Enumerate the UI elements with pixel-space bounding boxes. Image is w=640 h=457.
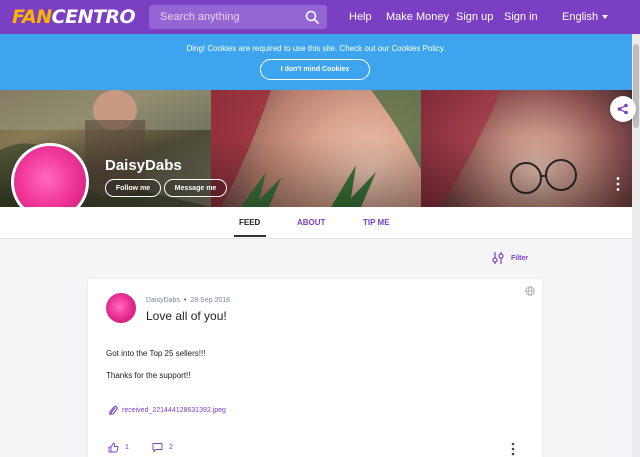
post-author-avatar[interactable] xyxy=(106,293,136,323)
profile-tabs: FEED ABOUT TIP ME xyxy=(0,207,632,239)
profile-name: DaisyDabs xyxy=(105,157,182,174)
language-label: English xyxy=(562,11,599,23)
post-meta: DaisyDabs • 28 Sep 2018 xyxy=(146,297,230,304)
post-author-name[interactable]: DaisyDabs xyxy=(146,297,180,304)
chevron-down-icon xyxy=(602,15,609,20)
share-icon xyxy=(617,103,628,115)
post-body-line-1: Got into the Top 25 sellers!!! xyxy=(106,349,206,358)
nav-sign-in-link[interactable]: Sign in xyxy=(504,11,538,23)
filter-label: Filter xyxy=(511,254,529,262)
tab-tip-me[interactable]: TIP ME xyxy=(363,218,390,227)
cover-shade-overlay xyxy=(0,90,632,207)
comment-icon xyxy=(152,443,163,453)
logo-fan: FAN xyxy=(12,6,52,28)
active-tab-indicator xyxy=(234,235,266,237)
meta-separator-dot: • xyxy=(183,297,187,304)
post-more-options-icon[interactable] xyxy=(510,442,516,456)
logo-centro: CENTRO xyxy=(51,6,136,28)
message-button[interactable]: Message me xyxy=(164,179,227,197)
feed-post-card: DaisyDabs • 28 Sep 2018 Love all of you! G… xyxy=(88,279,542,457)
fancentro-logo[interactable]: FANCENTRO xyxy=(12,6,136,28)
cookie-banner-text: Ding! Cookies are required to use this s… xyxy=(186,44,446,53)
tab-feed[interactable]: FEED xyxy=(239,218,260,227)
comment-count: 2 xyxy=(169,444,173,451)
filter-button[interactable]: Filter xyxy=(492,252,528,264)
nav-make-money-link[interactable]: Make Money xyxy=(386,11,449,23)
nav-sign-up-link[interactable]: Sign up xyxy=(456,11,493,23)
post-date: 28 Sep 2018 xyxy=(190,297,231,304)
attachment-filename: received_221444128631392.jpeg xyxy=(122,407,226,414)
like-button[interactable]: 1 xyxy=(108,442,129,453)
profile-more-icon[interactable] xyxy=(615,176,621,192)
nav-help-link[interactable]: Help xyxy=(349,11,372,23)
post-attachment-link[interactable]: received_221444128631392.jpeg xyxy=(108,405,226,416)
language-selector[interactable]: English xyxy=(562,11,609,23)
cookie-banner: Ding! Cookies are required to use this s… xyxy=(0,34,632,90)
paperclip-icon xyxy=(109,405,118,416)
top-nav-bar: FANCENTRO Help Make Money Sign up Sign i… xyxy=(0,0,640,34)
post-title: Love all of you! xyxy=(146,309,227,323)
page-scrollbar[interactable] xyxy=(632,34,640,457)
tab-about[interactable]: ABOUT xyxy=(297,218,325,227)
post-body-line-2: Thanks for the support!! xyxy=(106,371,191,380)
accept-cookies-button[interactable]: I don't mind Cookies xyxy=(260,59,370,80)
search-input[interactable] xyxy=(149,5,299,29)
search-icon[interactable] xyxy=(305,10,319,24)
like-count: 1 xyxy=(125,444,129,451)
profile-cover xyxy=(0,90,632,207)
share-button[interactable] xyxy=(610,96,636,122)
filter-sliders-icon xyxy=(492,252,504,264)
comment-button[interactable]: 2 xyxy=(152,442,173,453)
thumbs-up-icon xyxy=(108,442,119,453)
search-box xyxy=(149,5,327,29)
follow-button[interactable]: Follow me xyxy=(105,179,161,197)
globe-icon xyxy=(525,286,535,296)
